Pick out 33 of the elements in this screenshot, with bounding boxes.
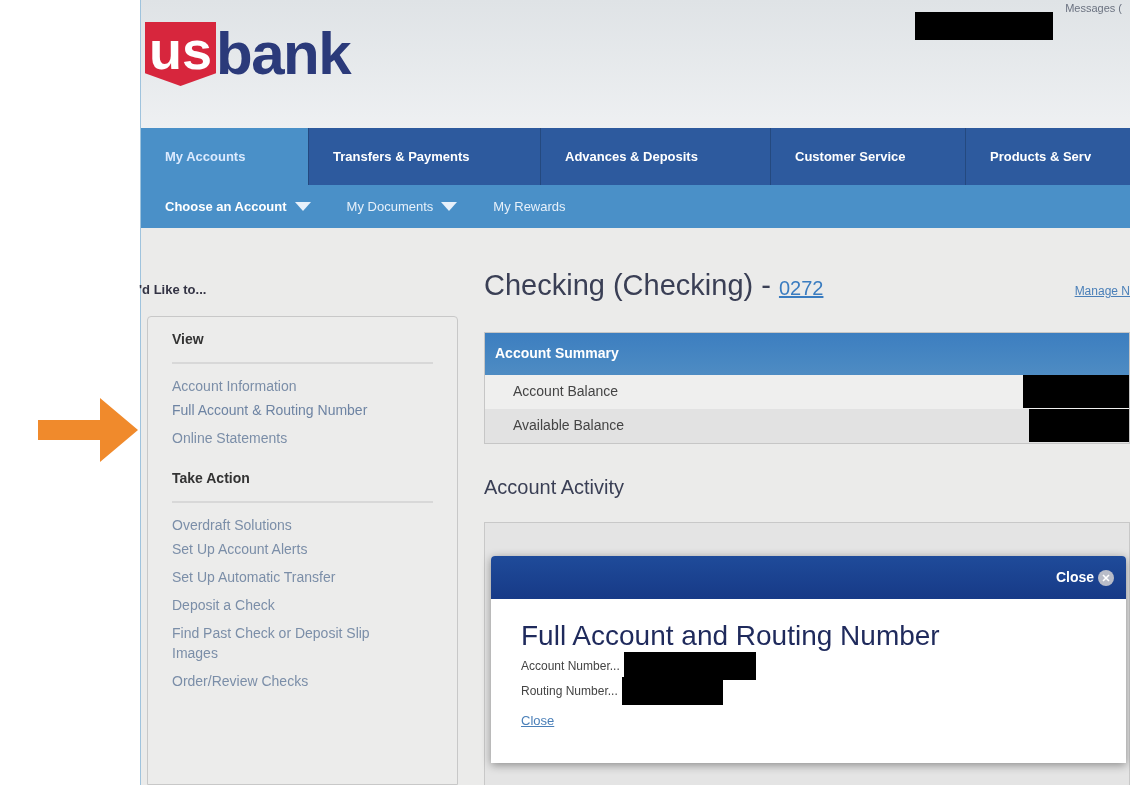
caret-icon [294, 202, 311, 211]
nav-tab[interactable]: My Accounts [141, 128, 309, 185]
sub-nav-item[interactable]: My Rewards [493, 196, 566, 217]
sub-nav-item[interactable]: Choose an Account [165, 196, 311, 217]
account-number-link[interactable]: 0272 [778, 277, 824, 299]
sub-nav-item[interactable]: My Documents [346, 196, 458, 217]
sidebar-link[interactable]: Find Past Check or Deposit Slip Images [172, 618, 400, 667]
section-heading: View [172, 328, 433, 364]
field-label: Account Number... [521, 657, 620, 675]
summary-label: Available Balance [512, 416, 625, 435]
modal-title: Full Account and Routing Number [521, 619, 941, 653]
section-title: Account Activity [484, 474, 626, 500]
section-heading: Take Action [172, 467, 433, 503]
sidebar-link[interactable]: Overdraft Solutions [172, 514, 400, 535]
close-link[interactable]: Close [521, 711, 555, 731]
sidebar-link[interactable]: Set Up Automatic Transfer [172, 562, 400, 591]
sidebar-heading: 'd Like to... [139, 281, 208, 299]
caret-icon [441, 202, 458, 211]
messages-link[interactable]: Messages ( [1065, 0, 1122, 17]
account-title: Checking (Checking) - 0272 [484, 268, 824, 303]
summary-header: Account Summary [485, 332, 1129, 375]
logo: usbank [145, 22, 351, 86]
sidebar-link[interactable]: Set Up Account Alerts [172, 534, 400, 563]
close-button[interactable]: Close [1055, 567, 1114, 588]
sidebar-link[interactable]: Full Account & Routing Number [172, 395, 400, 424]
sidebar-link[interactable]: Account Information [172, 375, 400, 396]
sidebar-link[interactable]: Online Statements [172, 423, 400, 452]
sidebar-link[interactable]: Deposit a Check [172, 590, 400, 619]
summary-label: Account Balance [512, 382, 619, 401]
close-icon [1098, 569, 1114, 586]
field-label: Routing Number... [521, 682, 618, 700]
manage-link[interactable]: Manage N [1074, 282, 1130, 300]
sidebar-link[interactable]: Order/Review Checks [172, 666, 400, 695]
